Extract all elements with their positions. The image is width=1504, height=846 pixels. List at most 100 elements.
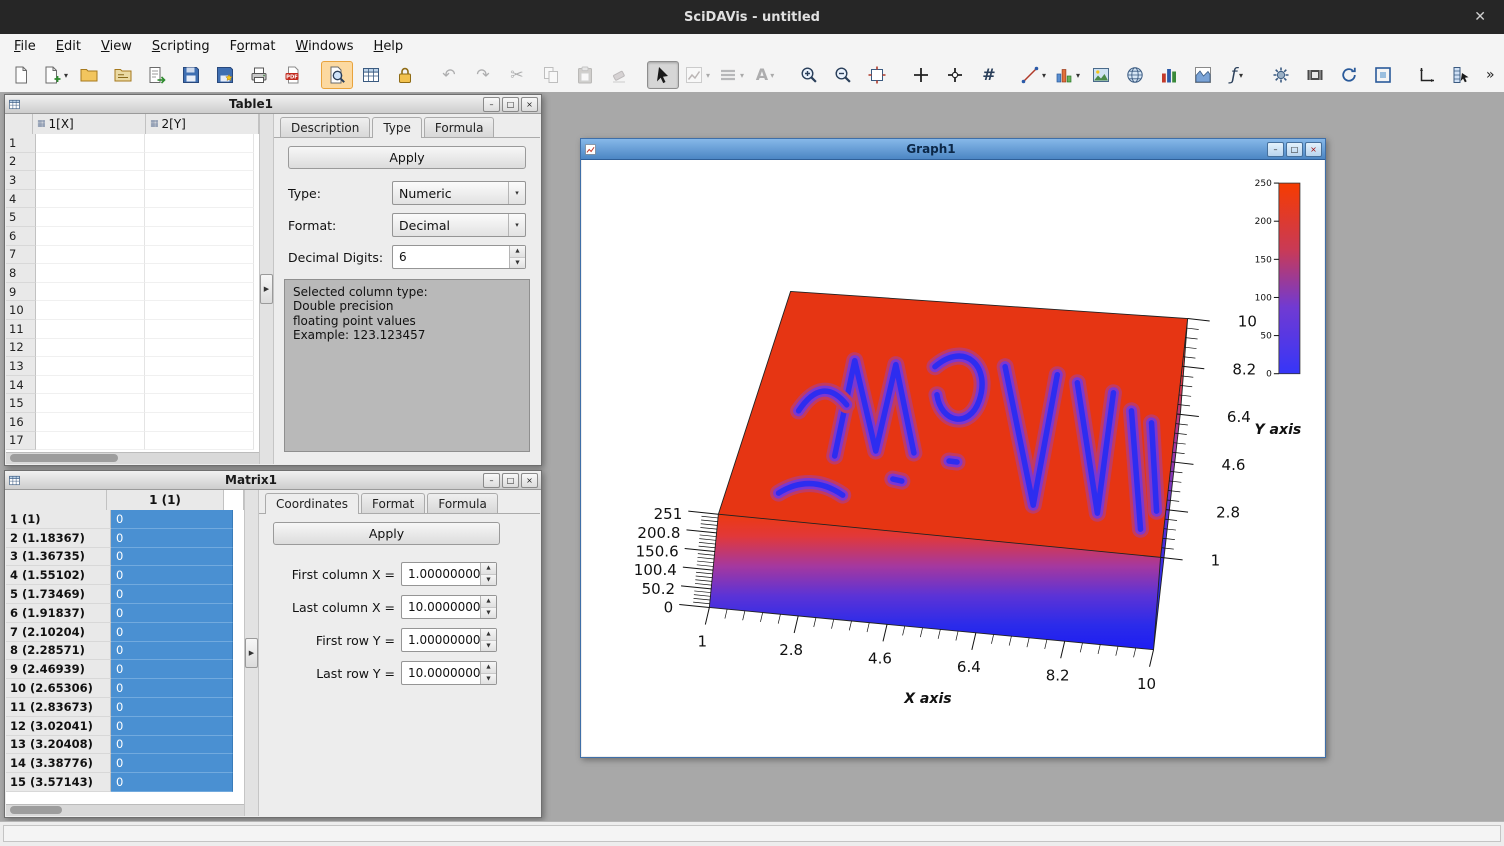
table-cell[interactable] (145, 283, 254, 302)
menu-help[interactable]: Help (364, 37, 414, 56)
table-cell[interactable] (145, 208, 254, 227)
field-spinner-2[interactable]: 1.00000000▲▼ (401, 628, 497, 652)
toolbar-results-log-button[interactable] (355, 61, 387, 89)
matrix-cell[interactable]: 0 (111, 736, 233, 755)
matrix-column-header[interactable]: 1 (1) (107, 490, 224, 510)
column-header[interactable]: ▦2[Y] (146, 114, 259, 134)
scrollbar-thumb[interactable] (10, 806, 62, 814)
toolbar-project-explorer-button[interactable] (321, 61, 353, 89)
toolbar-reset-rotation-button[interactable] (1333, 61, 1365, 89)
table-cell[interactable] (36, 413, 145, 432)
matrix1-close-button[interactable]: × (521, 473, 538, 488)
matrix-row-header[interactable]: 1 (1) (6, 510, 111, 529)
toolbar-new-aspect-button[interactable]: ▾ (39, 61, 71, 89)
row-header[interactable]: 17 (6, 432, 36, 451)
table-cell[interactable] (36, 339, 145, 358)
toolbar-open-project-button[interactable] (73, 61, 105, 89)
toolbar-fit-frame-button[interactable] (1367, 61, 1399, 89)
table-cell[interactable] (36, 264, 145, 283)
matrix-cell[interactable]: 0 (111, 717, 233, 736)
table1-titlebar[interactable]: Table1 – □ × (5, 95, 541, 114)
add-text-dropdown-arrow[interactable]: ▾ (770, 71, 774, 80)
row-header[interactable]: 14 (6, 376, 36, 395)
toolbar-add-text-button[interactable]: A▾ (749, 61, 781, 89)
toolbar-3d-area-button[interactable] (1187, 61, 1219, 89)
spin-down-button[interactable]: ▼ (481, 608, 496, 619)
row-header[interactable]: 1 (6, 134, 36, 153)
row-header[interactable]: 3 (6, 171, 36, 190)
table1-tab-type[interactable]: Type (372, 117, 422, 138)
matrix-row-header[interactable]: 8 (2.28571) (6, 642, 111, 661)
spin-up-button[interactable]: ▲ (481, 662, 496, 674)
table1-hscrollbar[interactable] (6, 452, 259, 464)
row-header[interactable]: 7 (6, 246, 36, 265)
toolbar-new-project-button[interactable] (5, 61, 37, 89)
toolbar-export-pdf-button[interactable] (277, 61, 309, 89)
matrix-cell[interactable]: 0 (111, 548, 233, 567)
menu-scripting[interactable]: Scripting (142, 37, 220, 56)
table-cell[interactable] (36, 301, 145, 320)
row-header[interactable]: 13 (6, 357, 36, 376)
graph1-maximize-button[interactable]: □ (1286, 142, 1303, 157)
matrix-cell[interactable]: 0 (111, 679, 233, 698)
toolbar-coordinate-axes-button[interactable] (1411, 61, 1443, 89)
row-header[interactable]: 4 (6, 190, 36, 209)
spin-up-button[interactable]: ▲ (481, 596, 496, 608)
graph1-minimize-button[interactable]: – (1267, 142, 1284, 157)
toolbar-3d-bars-button[interactable] (1153, 61, 1185, 89)
table-cell[interactable] (36, 283, 145, 302)
row-header[interactable]: 9 (6, 283, 36, 302)
matrix-row-header[interactable]: 6 (1.91837) (6, 604, 111, 623)
matrix-cell[interactable]: 0 (111, 754, 233, 773)
field-spinner-1[interactable]: 10.0000000▲▼ (401, 595, 497, 619)
graph1-canvas[interactable]: 251200.8150.6100.450.20 12.84.66.48.210 … (582, 160, 1324, 756)
row-header[interactable]: 5 (6, 208, 36, 227)
menu-edit[interactable]: Edit (46, 37, 91, 56)
matrix1-hscrollbar[interactable] (6, 804, 244, 816)
menu-view[interactable]: View (91, 37, 142, 56)
table-cell[interactable] (145, 320, 254, 339)
graph1-window[interactable]: Graph1 – □ × (580, 138, 1326, 758)
add-function-dropdown-arrow[interactable]: ▾ (1239, 71, 1243, 80)
table-cell[interactable] (145, 357, 254, 376)
menu-file[interactable]: File (4, 37, 46, 56)
toolbar-animation-button[interactable] (1299, 61, 1331, 89)
table-cell[interactable] (145, 264, 254, 283)
apply-button[interactable]: Apply (273, 522, 500, 545)
toolbar-pointer-button[interactable] (647, 61, 679, 89)
matrix-cell[interactable]: 0 (111, 604, 233, 623)
table-cell[interactable] (36, 394, 145, 413)
matrix-row-header[interactable]: 2 (1.18367) (6, 529, 111, 548)
select-data-range-dropdown-arrow[interactable]: ▾ (706, 71, 710, 80)
matrix1-titlebar[interactable]: Matrix1 – □ × (5, 471, 541, 490)
toolbar-zoom-out-button[interactable] (827, 61, 859, 89)
app-close-button[interactable]: ✕ (1464, 0, 1496, 34)
table-cell[interactable] (145, 432, 254, 451)
table-cell[interactable] (36, 357, 145, 376)
matrix-row-header[interactable]: 15 (3.57143) (6, 773, 111, 792)
row-header[interactable]: 8 (6, 264, 36, 283)
matrix1-minimize-button[interactable]: – (483, 473, 500, 488)
toolbar-copy-button[interactable] (535, 61, 567, 89)
scrollbar-thumb[interactable] (10, 454, 118, 462)
spin-down-button[interactable]: ▼ (481, 575, 496, 586)
table-cell[interactable] (36, 208, 145, 227)
toolbar-add-image-button[interactable] (1085, 61, 1117, 89)
table1-maximize-button[interactable]: □ (502, 97, 519, 112)
matrix-cell[interactable]: 0 (111, 642, 233, 661)
table-cell[interactable] (36, 320, 145, 339)
spin-up-button[interactable]: ▲ (481, 629, 496, 641)
toolbar-3d-crosshairs-button[interactable] (905, 61, 937, 89)
app-titlebar[interactable]: SciDAVis - untitled ✕ (0, 0, 1504, 34)
spin-down-button[interactable]: ▼ (481, 641, 496, 652)
matrix-cell[interactable]: 0 (111, 623, 233, 642)
matrix1-panel-toggle-button[interactable]: ▶ (245, 638, 258, 668)
table1-tab-description[interactable]: Description (280, 117, 370, 137)
table-cell[interactable] (145, 339, 254, 358)
row-header[interactable]: 10 (6, 301, 36, 320)
matrix-cell[interactable]: 0 (111, 585, 233, 604)
menu-format[interactable]: Format (220, 37, 286, 56)
matrix-row-header[interactable]: 3 (1.36735) (6, 548, 111, 567)
graph1-close-button[interactable]: × (1305, 142, 1322, 157)
matrix1-tab-format[interactable]: Format (361, 493, 425, 513)
